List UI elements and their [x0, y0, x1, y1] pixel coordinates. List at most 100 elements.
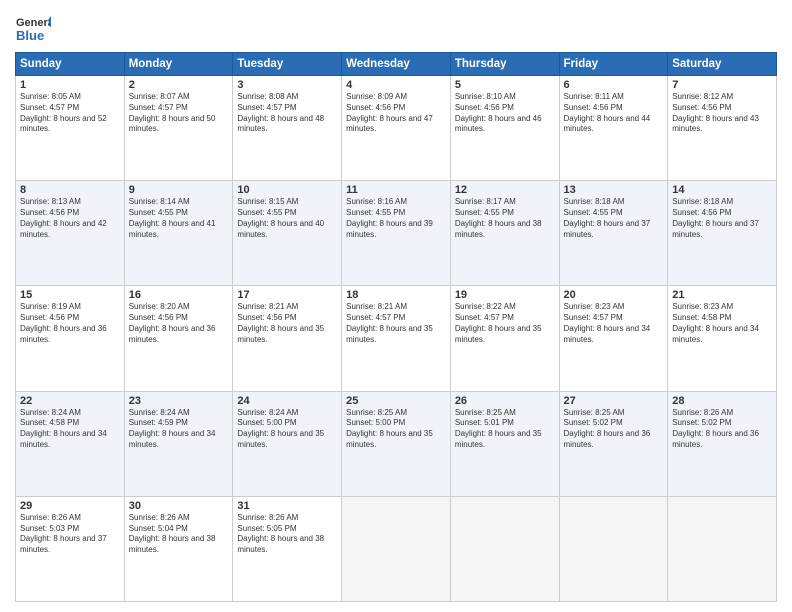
calendar-cell: 27Sunrise: 8:25 AMSunset: 5:02 PMDayligh… — [559, 391, 668, 496]
day-number: 26 — [455, 395, 555, 407]
calendar-week-row: 15Sunrise: 8:19 AMSunset: 4:56 PMDayligh… — [16, 286, 777, 391]
day-number: 24 — [237, 395, 337, 407]
calendar-cell: 13Sunrise: 8:18 AMSunset: 4:55 PMDayligh… — [559, 181, 668, 286]
calendar-cell: 25Sunrise: 8:25 AMSunset: 5:00 PMDayligh… — [342, 391, 451, 496]
calendar-cell: 15Sunrise: 8:19 AMSunset: 4:56 PMDayligh… — [16, 286, 125, 391]
day-number: 14 — [672, 184, 772, 196]
calendar-cell: 16Sunrise: 8:20 AMSunset: 4:56 PMDayligh… — [124, 286, 233, 391]
day-info: Sunrise: 8:05 AMSunset: 4:57 PMDaylight:… — [20, 92, 120, 135]
day-number: 15 — [20, 289, 120, 301]
day-info: Sunrise: 8:26 AMSunset: 5:03 PMDaylight:… — [20, 513, 120, 556]
calendar-cell: 24Sunrise: 8:24 AMSunset: 5:00 PMDayligh… — [233, 391, 342, 496]
logo-graphic: General Blue — [15, 10, 51, 46]
day-number: 2 — [129, 79, 229, 91]
day-info: Sunrise: 8:25 AMSunset: 5:01 PMDaylight:… — [455, 408, 555, 451]
dow-header: Friday — [559, 53, 668, 76]
day-number: 1 — [20, 79, 120, 91]
day-number: 25 — [346, 395, 446, 407]
day-number: 22 — [20, 395, 120, 407]
header: General Blue — [15, 10, 777, 46]
calendar-cell: 18Sunrise: 8:21 AMSunset: 4:57 PMDayligh… — [342, 286, 451, 391]
day-number: 4 — [346, 79, 446, 91]
day-number: 27 — [564, 395, 664, 407]
day-number: 5 — [455, 79, 555, 91]
day-number: 9 — [129, 184, 229, 196]
day-number: 11 — [346, 184, 446, 196]
day-number: 8 — [20, 184, 120, 196]
day-number: 16 — [129, 289, 229, 301]
day-info: Sunrise: 8:07 AMSunset: 4:57 PMDaylight:… — [129, 92, 229, 135]
day-info: Sunrise: 8:21 AMSunset: 4:56 PMDaylight:… — [237, 302, 337, 345]
day-number: 21 — [672, 289, 772, 301]
calendar-cell: 19Sunrise: 8:22 AMSunset: 4:57 PMDayligh… — [450, 286, 559, 391]
day-number: 6 — [564, 79, 664, 91]
day-info: Sunrise: 8:08 AMSunset: 4:57 PMDaylight:… — [237, 92, 337, 135]
day-info: Sunrise: 8:25 AMSunset: 5:00 PMDaylight:… — [346, 408, 446, 451]
calendar-cell: 1Sunrise: 8:05 AMSunset: 4:57 PMDaylight… — [16, 76, 125, 181]
dow-header: Thursday — [450, 53, 559, 76]
dow-header: Tuesday — [233, 53, 342, 76]
day-of-week-row: SundayMondayTuesdayWednesdayThursdayFrid… — [16, 53, 777, 76]
calendar-cell — [668, 496, 777, 601]
day-info: Sunrise: 8:26 AMSunset: 5:02 PMDaylight:… — [672, 408, 772, 451]
day-info: Sunrise: 8:19 AMSunset: 4:56 PMDaylight:… — [20, 302, 120, 345]
day-info: Sunrise: 8:21 AMSunset: 4:57 PMDaylight:… — [346, 302, 446, 345]
day-number: 13 — [564, 184, 664, 196]
logo-container: General Blue — [15, 10, 51, 46]
day-info: Sunrise: 8:13 AMSunset: 4:56 PMDaylight:… — [20, 197, 120, 240]
svg-text:Blue: Blue — [16, 28, 44, 43]
day-info: Sunrise: 8:23 AMSunset: 4:57 PMDaylight:… — [564, 302, 664, 345]
calendar-cell: 6Sunrise: 8:11 AMSunset: 4:56 PMDaylight… — [559, 76, 668, 181]
calendar-cell: 26Sunrise: 8:25 AMSunset: 5:01 PMDayligh… — [450, 391, 559, 496]
day-info: Sunrise: 8:16 AMSunset: 4:55 PMDaylight:… — [346, 197, 446, 240]
calendar-cell: 17Sunrise: 8:21 AMSunset: 4:56 PMDayligh… — [233, 286, 342, 391]
day-number: 17 — [237, 289, 337, 301]
day-info: Sunrise: 8:22 AMSunset: 4:57 PMDaylight:… — [455, 302, 555, 345]
day-number: 29 — [20, 500, 120, 512]
day-number: 31 — [237, 500, 337, 512]
calendar-week-row: 1Sunrise: 8:05 AMSunset: 4:57 PMDaylight… — [16, 76, 777, 181]
day-info: Sunrise: 8:26 AMSunset: 5:04 PMDaylight:… — [129, 513, 229, 556]
calendar-cell: 11Sunrise: 8:16 AMSunset: 4:55 PMDayligh… — [342, 181, 451, 286]
day-number: 23 — [129, 395, 229, 407]
calendar-cell: 8Sunrise: 8:13 AMSunset: 4:56 PMDaylight… — [16, 181, 125, 286]
day-number: 10 — [237, 184, 337, 196]
calendar-cell: 7Sunrise: 8:12 AMSunset: 4:56 PMDaylight… — [668, 76, 777, 181]
day-info: Sunrise: 8:24 AMSunset: 4:59 PMDaylight:… — [129, 408, 229, 451]
calendar-cell: 29Sunrise: 8:26 AMSunset: 5:03 PMDayligh… — [16, 496, 125, 601]
day-number: 20 — [564, 289, 664, 301]
day-info: Sunrise: 8:20 AMSunset: 4:56 PMDaylight:… — [129, 302, 229, 345]
day-info: Sunrise: 8:12 AMSunset: 4:56 PMDaylight:… — [672, 92, 772, 135]
calendar-cell: 22Sunrise: 8:24 AMSunset: 4:58 PMDayligh… — [16, 391, 125, 496]
calendar-cell — [342, 496, 451, 601]
day-info: Sunrise: 8:26 AMSunset: 5:05 PMDaylight:… — [237, 513, 337, 556]
calendar: SundayMondayTuesdayWednesdayThursdayFrid… — [15, 52, 777, 602]
day-info: Sunrise: 8:09 AMSunset: 4:56 PMDaylight:… — [346, 92, 446, 135]
page: General Blue SundayMondayTuesdayWednesda… — [0, 0, 792, 612]
day-info: Sunrise: 8:23 AMSunset: 4:58 PMDaylight:… — [672, 302, 772, 345]
day-info: Sunrise: 8:18 AMSunset: 4:55 PMDaylight:… — [564, 197, 664, 240]
day-number: 28 — [672, 395, 772, 407]
calendar-cell: 12Sunrise: 8:17 AMSunset: 4:55 PMDayligh… — [450, 181, 559, 286]
day-info: Sunrise: 8:24 AMSunset: 4:58 PMDaylight:… — [20, 408, 120, 451]
calendar-cell: 28Sunrise: 8:26 AMSunset: 5:02 PMDayligh… — [668, 391, 777, 496]
day-info: Sunrise: 8:14 AMSunset: 4:55 PMDaylight:… — [129, 197, 229, 240]
calendar-cell: 31Sunrise: 8:26 AMSunset: 5:05 PMDayligh… — [233, 496, 342, 601]
calendar-cell — [559, 496, 668, 601]
day-number: 19 — [455, 289, 555, 301]
dow-header: Saturday — [668, 53, 777, 76]
day-info: Sunrise: 8:10 AMSunset: 4:56 PMDaylight:… — [455, 92, 555, 135]
day-info: Sunrise: 8:24 AMSunset: 5:00 PMDaylight:… — [237, 408, 337, 451]
logo: General Blue — [15, 10, 51, 46]
calendar-cell: 2Sunrise: 8:07 AMSunset: 4:57 PMDaylight… — [124, 76, 233, 181]
calendar-cell: 23Sunrise: 8:24 AMSunset: 4:59 PMDayligh… — [124, 391, 233, 496]
day-number: 12 — [455, 184, 555, 196]
day-info: Sunrise: 8:15 AMSunset: 4:55 PMDaylight:… — [237, 197, 337, 240]
day-number: 30 — [129, 500, 229, 512]
day-info: Sunrise: 8:25 AMSunset: 5:02 PMDaylight:… — [564, 408, 664, 451]
calendar-cell: 10Sunrise: 8:15 AMSunset: 4:55 PMDayligh… — [233, 181, 342, 286]
day-info: Sunrise: 8:11 AMSunset: 4:56 PMDaylight:… — [564, 92, 664, 135]
day-number: 3 — [237, 79, 337, 91]
calendar-cell: 3Sunrise: 8:08 AMSunset: 4:57 PMDaylight… — [233, 76, 342, 181]
calendar-week-row: 22Sunrise: 8:24 AMSunset: 4:58 PMDayligh… — [16, 391, 777, 496]
